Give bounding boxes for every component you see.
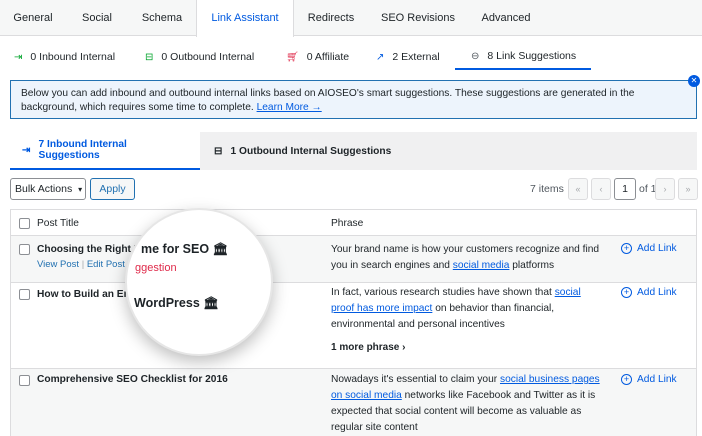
- add-link-button[interactable]: + Add Link: [621, 374, 677, 385]
- suggestion-tabs: ⇥ 7 Inbound Internal Suggestions ⊟ 1 Out…: [10, 132, 697, 170]
- tab-link-assistant[interactable]: Link Assistant: [196, 0, 294, 37]
- outbound-icon: ⊟: [214, 145, 223, 157]
- row-actions: View Post | Edit Post | D: [37, 259, 139, 270]
- subtab-label: 8 Link Suggestions: [487, 50, 577, 62]
- add-link-label: Add Link: [637, 243, 677, 254]
- edit-post-link[interactable]: Edit Post: [87, 259, 125, 270]
- page-input[interactable]: 1: [614, 178, 636, 200]
- row-checkbox[interactable]: [19, 289, 30, 300]
- subtab-inbound[interactable]: ⇥ 0 Inbound Internal: [14, 44, 115, 70]
- phrase-link[interactable]: social media: [453, 260, 510, 271]
- subtab-label: 0 Outbound Internal: [161, 51, 255, 63]
- subtab-label: 0 Affiliate: [306, 51, 350, 63]
- table-header: Post Title Phrase: [11, 210, 696, 236]
- inbound-icon: ⇥: [14, 51, 23, 63]
- subtab-label: 2 External: [392, 51, 440, 63]
- table-row: Comprehensive SEO Checklist for 2016 Now…: [11, 369, 696, 436]
- plus-icon: +: [621, 287, 632, 298]
- subtab-outbound[interactable]: ⊟ 0 Outbound Internal: [145, 44, 254, 70]
- tab-social[interactable]: Social: [66, 0, 128, 36]
- bulk-actions-select[interactable]: Bulk Actions ▾: [10, 178, 86, 200]
- tab-label: 7 Inbound Internal Suggestions: [38, 139, 127, 161]
- magnified-title: me for SEO 🏛︎: [141, 242, 228, 257]
- page-total: of 1: [639, 183, 657, 195]
- next-page-button[interactable]: ›: [655, 178, 675, 200]
- top-tab-bar: General Social Schema Link Assistant Red…: [0, 0, 702, 37]
- select-all-checkbox[interactable]: [19, 218, 30, 229]
- link-icon: ⊖: [471, 50, 480, 62]
- plus-icon: +: [621, 374, 632, 385]
- phrase-part: Nowadays it's essential to claim your: [331, 374, 500, 385]
- table-toolbar: Bulk Actions ▾ Apply 7 items « ‹ 1 of 1 …: [10, 178, 698, 202]
- col-post-title: Post Title: [37, 218, 79, 229]
- table-row: Choosing the Right Do View Post | Edit P…: [11, 236, 696, 283]
- phrase-text: Nowadays it's essential to claim your so…: [331, 372, 601, 436]
- tab-label: 1 Outbound Internal Suggestions: [230, 145, 392, 157]
- outbound-icon: ⊟: [145, 51, 154, 63]
- items-count: 7 items: [530, 183, 564, 195]
- notice-text: Below you can add inbound and outbound i…: [21, 88, 635, 113]
- magnified-suggestion: ggestion: [135, 262, 177, 274]
- row-checkbox[interactable]: [19, 244, 30, 255]
- add-link-label: Add Link: [637, 287, 677, 298]
- learn-more-link[interactable]: Learn More →: [257, 102, 322, 113]
- table-row: How to Build an Ema In fact, various res…: [11, 283, 696, 369]
- tab-redirects[interactable]: Redirects: [294, 0, 368, 36]
- magnified-title-2: WordPress 🏛︎: [134, 296, 219, 311]
- add-link-label: Add Link: [637, 374, 677, 385]
- close-icon[interactable]: ✕: [688, 75, 700, 87]
- more-phrases-link[interactable]: 1 more phrase ›: [331, 342, 405, 353]
- prev-page-button[interactable]: ‹: [591, 178, 611, 200]
- tab-general[interactable]: General: [0, 0, 66, 36]
- info-notice: Below you can add inbound and outbound i…: [10, 75, 700, 119]
- tab-schema[interactable]: Schema: [128, 0, 196, 36]
- external-icon: ↗: [376, 51, 385, 63]
- plus-icon: +: [621, 243, 632, 254]
- add-link-button[interactable]: + Add Link: [621, 287, 677, 298]
- apply-button[interactable]: Apply: [90, 178, 135, 200]
- chevron-down-icon: ▾: [78, 185, 83, 194]
- subtab-external[interactable]: ↗ 2 External: [376, 44, 440, 70]
- phrase-text: Your brand name is how your customers re…: [331, 242, 601, 274]
- link-sub-tabs: ⇥ 0 Inbound Internal ⊟ 0 Outbound Intern…: [0, 36, 702, 70]
- phrase-part: platforms: [509, 260, 555, 271]
- add-link-button[interactable]: + Add Link: [621, 243, 677, 254]
- suggestions-table: Post Title Phrase Choosing the Right Do …: [10, 209, 697, 436]
- subtab-affiliate[interactable]: 🛒︎ 0 Affiliate: [286, 44, 349, 70]
- phrase-part: In fact, various research studies have s…: [331, 287, 555, 298]
- col-phrase: Phrase: [331, 218, 364, 229]
- subtab-link-suggestions[interactable]: ⊖ 8 Link Suggestions: [455, 44, 591, 70]
- tab-seo-revisions[interactable]: SEO Revisions: [368, 0, 468, 36]
- magnifier-overlay: me for SEO 🏛︎ ggestion WordPress 🏛︎: [125, 208, 273, 356]
- tab-inbound-suggestions[interactable]: ⇥ 7 Inbound Internal Suggestions: [10, 132, 200, 170]
- magnified-text: WordPress: [134, 296, 200, 310]
- phrase-text: In fact, various research studies have s…: [331, 285, 601, 333]
- cornerstone-icon: 🏛︎: [203, 296, 220, 310]
- last-page-button[interactable]: »: [678, 178, 698, 200]
- post-title: How to Build an Ema: [37, 289, 139, 300]
- tab-outbound-suggestions[interactable]: ⊟ 1 Outbound Internal Suggestions: [202, 132, 403, 170]
- first-page-button[interactable]: «: [568, 178, 588, 200]
- select-value: Bulk Actions: [15, 183, 73, 195]
- tab-advanced[interactable]: Advanced: [468, 0, 544, 36]
- row-checkbox[interactable]: [19, 375, 30, 386]
- subtab-label: 0 Inbound Internal: [30, 51, 116, 63]
- magnified-text: me for SEO: [141, 242, 210, 256]
- post-title: Comprehensive SEO Checklist for 2016: [37, 374, 228, 385]
- cart-icon: 🛒︎: [286, 51, 299, 63]
- inbound-icon: ⇥: [22, 144, 31, 156]
- view-post-link[interactable]: View Post: [37, 259, 79, 270]
- cornerstone-icon: 🏛︎: [212, 242, 229, 256]
